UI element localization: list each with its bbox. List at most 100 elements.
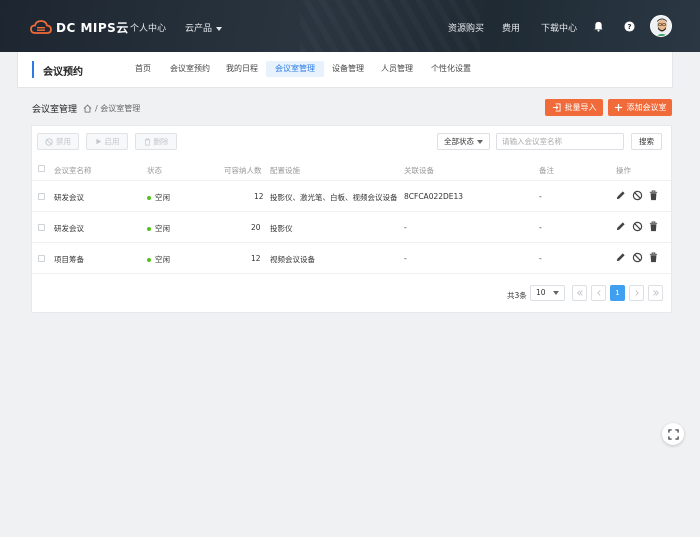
status-dot [147, 258, 151, 262]
col-remark: 备注 [539, 166, 554, 175]
play-icon [95, 138, 101, 145]
nav-cloud-products-label: 云产品 [185, 24, 213, 34]
table-row: 研发会议 空闲 20 投影仪 - - [32, 212, 671, 243]
trash-icon[interactable] [648, 252, 659, 263]
cell-capacity: 12 [254, 192, 264, 201]
search-button[interactable]: 搜索 [631, 133, 662, 150]
room-table-card: 禁用 启用 删除 全部状态 搜索 会议室名称 状态 可容纳人数 配置设施 关联设… [31, 125, 672, 313]
status-badge: 空闲 [147, 223, 170, 234]
nav-resource-purchase[interactable]: 资源购买 [448, 21, 484, 34]
breadcrumb: 会议室管理 / 会议室管理 [32, 102, 140, 115]
nav-fees[interactable]: 费用 [502, 21, 520, 34]
col-status: 状态 [147, 166, 162, 175]
user-avatar-icon [651, 16, 671, 36]
breadcrumb-current: / 会议室管理 [95, 104, 141, 113]
batch-import-button[interactable]: 批量导入 [545, 99, 603, 116]
add-room-label: 添加会议室 [626, 103, 667, 112]
edit-icon[interactable] [615, 252, 626, 263]
cell-capacity: 12 [251, 254, 261, 263]
row-checkbox[interactable] [38, 193, 45, 200]
col-facilities: 配置设施 [270, 166, 300, 175]
col-name: 会议室名称 [54, 166, 92, 175]
cell-facilities: 投影仪 [270, 224, 293, 233]
cell-facilities: 视频会议设备 [270, 255, 315, 264]
enable-button[interactable]: 启用 [86, 133, 128, 150]
nav-personal-center[interactable]: 个人中心 [130, 21, 166, 34]
status-badge: 空闲 [147, 254, 170, 265]
status-dot [147, 196, 151, 200]
top-navbar: DC MIPS云 个人中心 云产品 资源购买 费用 下载中心 ? [0, 0, 700, 52]
pagination-total: 共3条 [507, 291, 527, 300]
search-input[interactable] [496, 133, 624, 150]
delete-button[interactable]: 删除 [135, 133, 177, 150]
status-filter-select[interactable]: 全部状态 [437, 133, 490, 150]
col-ops: 操作 [616, 166, 631, 175]
module-title: 会议预约 [43, 67, 83, 78]
cell-status: 空闲 [155, 193, 170, 202]
next-page-button[interactable] [629, 285, 644, 301]
status-badge: 空闲 [147, 192, 170, 203]
disable-button[interactable]: 禁用 [37, 133, 79, 150]
tab-personalization[interactable]: 个性化设置 [422, 61, 480, 77]
disable-label: 禁用 [56, 137, 71, 146]
page-size-value: 10 [536, 288, 546, 297]
tab-room-management[interactable]: 会议室管理 [266, 61, 324, 77]
col-capacity: 可容纳人数 [224, 166, 262, 175]
cell-status: 空闲 [155, 224, 170, 233]
col-devices: 关联设备 [404, 166, 434, 175]
status-filter-value: 全部状态 [444, 137, 474, 146]
import-icon [552, 103, 561, 112]
tab-room-booking[interactable]: 会议室预约 [161, 61, 219, 77]
cloud-logo-icon [30, 20, 52, 34]
cell-capacity: 20 [251, 223, 261, 232]
cell-devices: - [404, 223, 407, 232]
prev-page-button[interactable] [591, 285, 606, 301]
chevron-down-icon [477, 140, 483, 144]
help-icon[interactable]: ? [624, 21, 635, 32]
page-size-select[interactable]: 10 [530, 285, 565, 301]
home-icon[interactable] [83, 104, 92, 113]
edit-icon[interactable] [615, 190, 626, 201]
tab-staff-management[interactable]: 人员管理 [372, 61, 422, 77]
expand-icon [667, 428, 679, 440]
tab-home[interactable]: 首页 [126, 61, 160, 77]
cell-devices: 8CFCA022DE13 [404, 192, 464, 201]
breadcrumb-trail: / 会议室管理 [83, 103, 140, 114]
table-row: 研发会议 空闲 12 投影仪、激光笔、白板、视频会议设备 8CFCA022DE1… [32, 181, 671, 212]
tab-my-schedule[interactable]: 我的日程 [217, 61, 267, 77]
bell-icon[interactable] [593, 21, 604, 32]
select-all-checkbox[interactable] [38, 165, 45, 172]
first-page-button[interactable] [572, 285, 587, 301]
chevron-down-icon [216, 26, 223, 31]
cell-remark: - [539, 192, 542, 201]
last-page-button[interactable] [648, 285, 663, 301]
edit-icon[interactable] [615, 221, 626, 232]
enable-label: 启用 [104, 137, 120, 146]
avatar[interactable] [650, 15, 672, 37]
row-checkbox[interactable] [38, 255, 45, 262]
add-room-button[interactable]: 添加会议室 [608, 99, 672, 116]
brand-name: DC MIPS云 [56, 20, 129, 35]
row-checkbox[interactable] [38, 224, 45, 231]
brand-logo[interactable]: DC MIPS云 [30, 17, 129, 37]
module-header: 会议预约 首页 会议室预约 我的日程 会议室管理 设备管理 人员管理 个性化设置 [17, 52, 673, 88]
nav-download-center[interactable]: 下载中心 [541, 21, 577, 34]
trash-icon[interactable] [648, 221, 659, 232]
cell-name: 项目筹备 [54, 255, 84, 264]
double-chevron-left-icon [576, 290, 583, 296]
nav-cloud-products[interactable]: 云产品 [185, 21, 223, 34]
ban-icon[interactable] [632, 190, 643, 201]
page-1-button[interactable]: 1 [610, 285, 625, 301]
chevron-right-icon [635, 290, 639, 296]
trash-icon[interactable] [648, 190, 659, 201]
table-header: 会议室名称 状态 可容纳人数 配置设施 关联设备 备注 操作 [32, 157, 671, 181]
tab-device-management[interactable]: 设备管理 [323, 61, 373, 77]
batch-import-label: 批量导入 [564, 103, 597, 112]
status-dot [147, 227, 151, 231]
title-accent-bar [32, 61, 34, 78]
ban-icon[interactable] [632, 221, 643, 232]
ban-icon[interactable] [632, 252, 643, 263]
cell-remark: - [539, 223, 542, 232]
double-chevron-right-icon [652, 290, 659, 296]
fullscreen-button[interactable] [662, 423, 684, 445]
